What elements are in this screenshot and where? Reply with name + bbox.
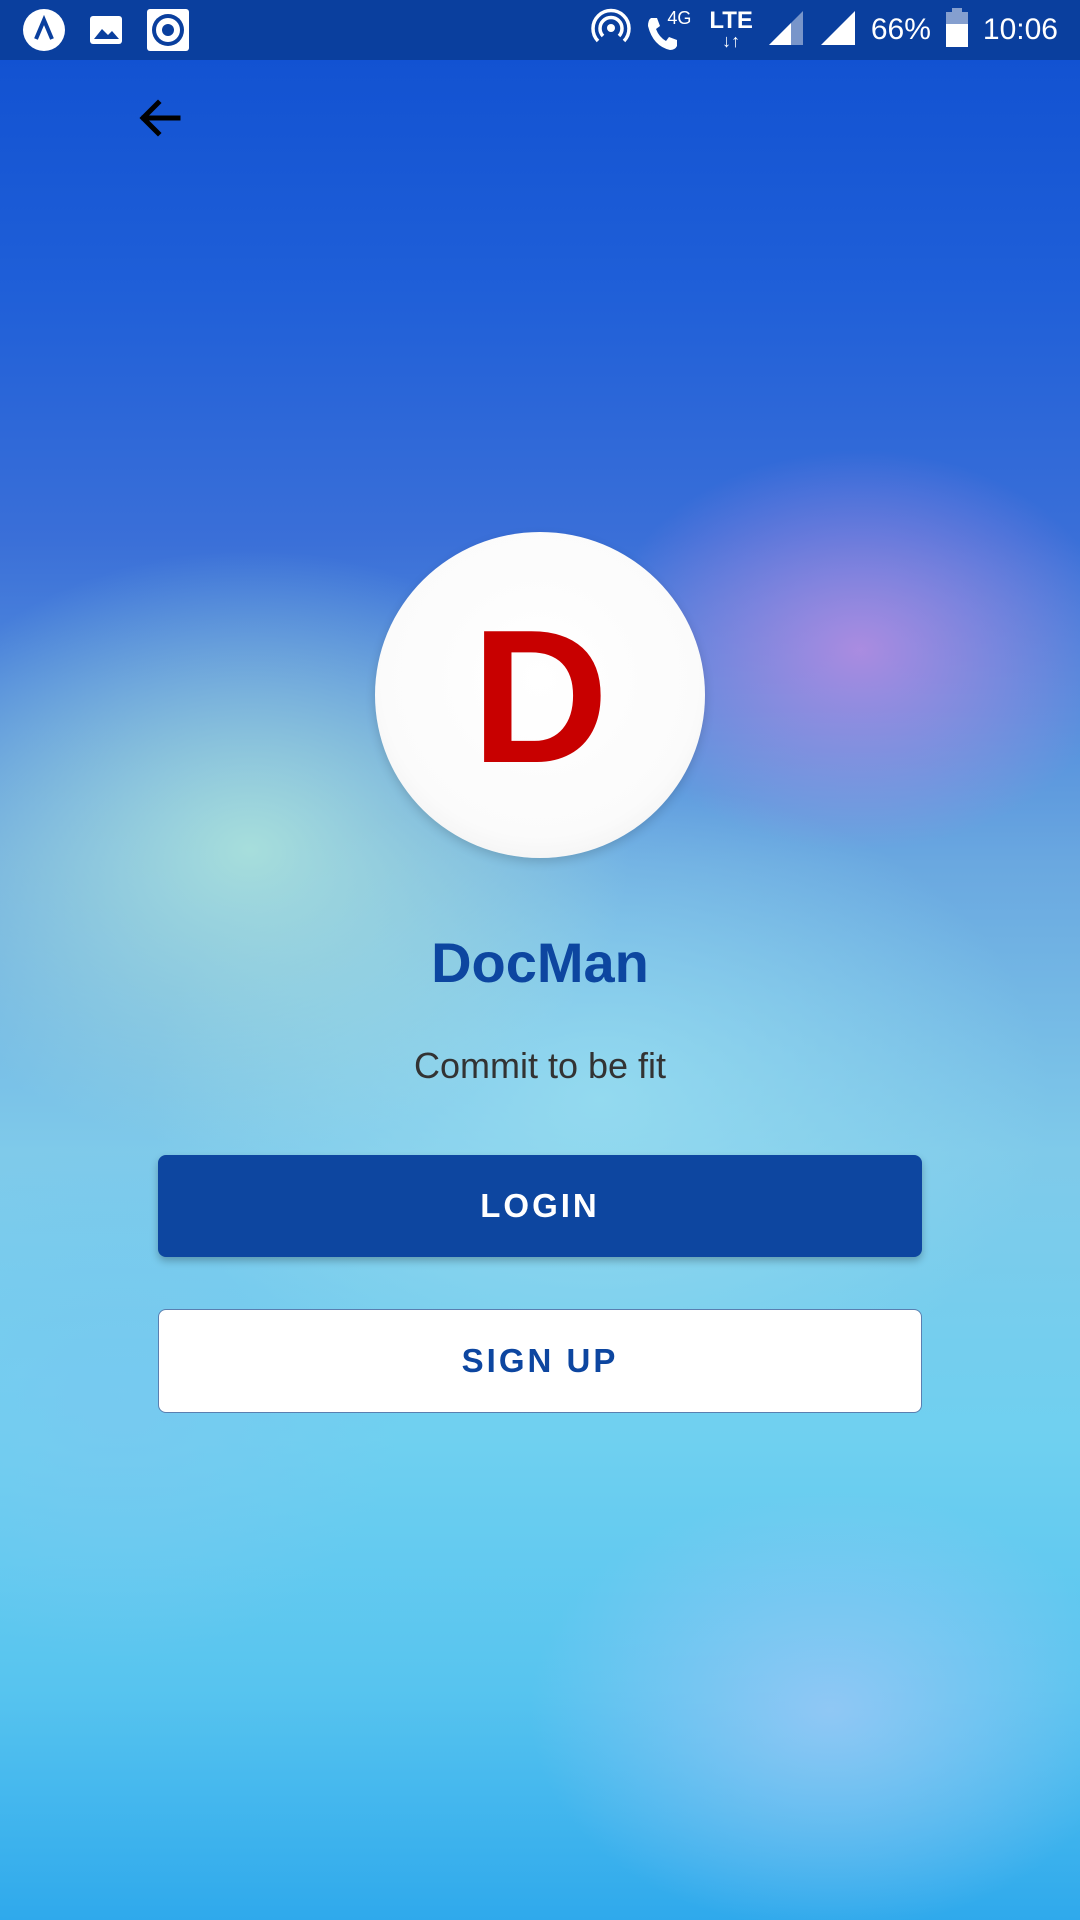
- record-icon: [146, 8, 190, 52]
- data-arrows-icon: ↓↑: [722, 31, 741, 51]
- app-tagline: Commit to be fit: [413, 1045, 667, 1086]
- app-notification-icon: [22, 8, 66, 52]
- status-time: 10:06: [982, 13, 1058, 46]
- status-bar: 4G LTE ↓↑ 66% 10:06: [0, 0, 1080, 60]
- sign-up-button[interactable]: SIGN UP: [158, 1309, 922, 1413]
- signal-icon: [767, 9, 805, 52]
- back-button[interactable]: [130, 88, 190, 148]
- network-lte-label: LTE: [709, 7, 753, 34]
- signal-icon: [819, 9, 857, 52]
- status-bar-right: 4G LTE ↓↑ 66% 10:06: [591, 0, 1058, 60]
- call-4g-indicator: 4G: [645, 8, 695, 52]
- app-name: DocMan: [431, 931, 649, 994]
- image-icon: [84, 8, 128, 52]
- welcome-screen: 4G LTE ↓↑ 66% 10:06 D DocMan Commit to b…: [0, 0, 1080, 1920]
- lte-data-icon: LTE ↓↑: [709, 7, 753, 51]
- battery-percentage: 66%: [870, 13, 931, 46]
- status-bar-left: [22, 8, 190, 52]
- network-4g-label: 4G: [667, 8, 692, 28]
- hotspot-icon: [591, 8, 632, 53]
- battery-icon: [945, 7, 969, 53]
- login-button[interactable]: LOGIN: [158, 1155, 922, 1257]
- arrow-left-icon: [139, 99, 181, 137]
- app-logo: D: [375, 532, 705, 858]
- app-logo-letter: D: [471, 591, 609, 803]
